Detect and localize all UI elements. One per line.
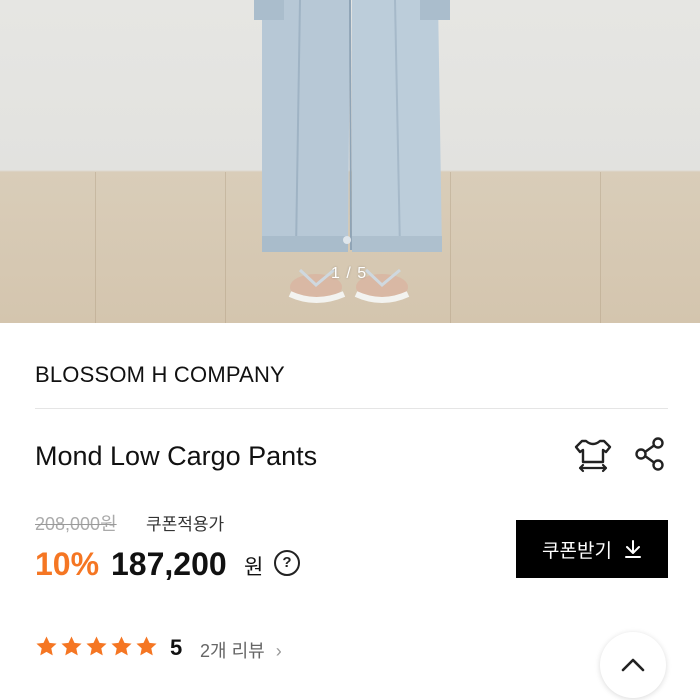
download-arrow-icon [624,540,641,558]
product-image-gallery[interactable]: 1 / 5 [0,0,700,323]
brand-name[interactable]: BLOSSOM H COMPANY [35,362,285,388]
price-help-icon[interactable]: ? [274,550,300,576]
discount-percent: 10% [35,546,100,582]
divider [35,408,668,409]
gallery-page-counter: 1 / 5 [331,265,367,283]
chevron-right-icon: › [275,641,282,661]
get-coupon-label: 쿠폰받기 [542,540,612,562]
star-icon [136,636,157,656]
star-icon [36,636,57,656]
get-coupon-button[interactable]: 쿠폰받기 [516,520,668,578]
share-icon[interactable] [634,437,666,471]
star-icon [111,636,132,656]
rating-score: 5 [170,635,183,660]
gallery-total-pages: 5 [357,265,368,282]
product-title: Mond Low Cargo Pants [35,441,318,471]
currency-unit: 원 [244,556,264,579]
scroll-to-top-button[interactable] [600,632,666,698]
gallery-separator: / [346,265,352,282]
original-price: 208,000원 [35,514,117,534]
review-count: 2개 리뷰 [200,641,265,661]
chevron-up-icon [621,658,645,672]
star-icon [61,636,82,656]
tshirt-size-icon[interactable] [574,437,612,473]
sale-price: 187,200 [111,546,227,582]
review-count-link[interactable]: 2개 리뷰 › [200,637,282,663]
star-icon [86,636,107,656]
coupon-price-label: 쿠폰적용가 [146,515,225,534]
gallery-current-page: 1 [331,265,341,282]
star-rating [35,635,158,658]
